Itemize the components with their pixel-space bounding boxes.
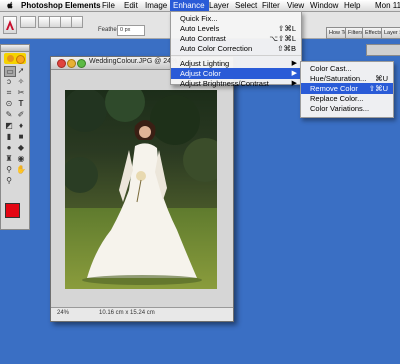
- crop-tool-icon[interactable]: ⌗: [4, 88, 14, 97]
- move-tool-icon[interactable]: ➚: [16, 66, 26, 75]
- minimize-icon[interactable]: [67, 59, 76, 68]
- document-window: WeddingColour.JPG @ 24% (24% 10.16 cm x…: [50, 56, 234, 322]
- feather-input[interactable]: 0 px: [117, 25, 145, 36]
- intersect-selection-button[interactable]: [71, 16, 83, 28]
- menu-layer[interactable]: Layer: [206, 0, 232, 11]
- menu-file[interactable]: File: [99, 0, 118, 11]
- document-title: WeddingColour.JPG @ 24% (: [89, 58, 182, 65]
- menubar-clock: Mon 11: [375, 1, 400, 10]
- adjust-color-submenu: Color Cast... Hue/Saturation... ⌘U Remov…: [300, 61, 394, 118]
- magic-wand-tool-icon[interactable]: ✧: [16, 77, 26, 86]
- menu-window[interactable]: Window: [307, 0, 341, 11]
- tool-preset-button[interactable]: [20, 16, 36, 28]
- menu-select[interactable]: Select: [232, 0, 260, 11]
- marquee-tool-icon[interactable]: ▭: [4, 66, 16, 77]
- apple-icon[interactable]: [6, 1, 14, 10]
- eraser-tool-icon[interactable]: ◩: [4, 121, 14, 130]
- hand-tool-icon[interactable]: ✋: [16, 165, 26, 174]
- menu-item-color-variations[interactable]: Color Variations...: [301, 103, 393, 114]
- menu-enhance[interactable]: Enhance: [170, 0, 209, 11]
- document-status-bar: 24% 10.16 cm x 15.24 cm: [51, 307, 233, 321]
- close-icon[interactable]: [57, 59, 66, 68]
- blur-tool-icon[interactable]: ●: [4, 143, 14, 152]
- gradient-tool-icon[interactable]: ▮: [4, 132, 14, 141]
- toolbox-logo[interactable]: [4, 53, 26, 64]
- submenu-arrow-icon: ▶: [291, 80, 297, 87]
- zoom-tool-icon[interactable]: ⚲: [4, 176, 14, 185]
- palette-well[interactable]: [366, 44, 400, 56]
- menu-edit[interactable]: Edit: [121, 0, 141, 11]
- menu-help[interactable]: Help: [341, 0, 363, 11]
- wedding-photo-image: [65, 90, 217, 289]
- toolbox: ▭ ➚ ↄ ✧ ⌗ ✂ ⊙ T ✎ ✐ ◩ ♦ ▮ ■ ● ◆ ♜ ◉ ⚲ ✋ …: [0, 44, 30, 230]
- type-tool-icon[interactable]: T: [16, 99, 26, 108]
- menu-view[interactable]: View: [284, 0, 307, 11]
- zoom-window-icon[interactable]: [77, 59, 86, 68]
- zoom-level[interactable]: 24%: [57, 310, 69, 316]
- toolbox-titlebar[interactable]: [1, 45, 29, 52]
- brush-tool-icon[interactable]: ✎: [4, 110, 14, 119]
- eyedropper-icon[interactable]: ⚲: [4, 165, 14, 174]
- red-eye-tool-icon[interactable]: ◉: [16, 154, 26, 163]
- menu-item-auto-color-correction[interactable]: Auto Color Correction ⇧⌘B: [171, 43, 301, 54]
- sun-icon: [7, 55, 14, 62]
- lasso-tool-icon[interactable]: ↄ: [4, 77, 14, 86]
- menu-image[interactable]: Image: [142, 0, 170, 11]
- wedding-photo: [65, 90, 217, 289]
- shape-tool-icon[interactable]: ■: [16, 132, 26, 141]
- tab-layer-styles[interactable]: Layer Styles: [381, 27, 400, 39]
- document-size: 10.16 cm x 15.24 cm: [99, 310, 155, 316]
- clone-stamp-icon[interactable]: ♜: [4, 154, 14, 163]
- menu-separator: [171, 55, 301, 56]
- pencil-tool-icon[interactable]: ✐: [16, 110, 26, 119]
- menu-item-adjust-brightness-contrast[interactable]: Adjust Brightness/Contrast ▶: [171, 78, 301, 88]
- paint-bucket-icon[interactable]: ♦: [16, 121, 26, 130]
- adobe-logo-button[interactable]: [3, 16, 17, 34]
- enhance-menu: Quick Fix... Auto Levels ⇧⌘L Auto Contra…: [170, 11, 302, 88]
- selection-brush-icon[interactable]: ⊙: [4, 99, 14, 108]
- foreground-color-swatch[interactable]: [5, 203, 20, 218]
- menu-filter[interactable]: Filter: [259, 0, 283, 11]
- sponge-tool-icon[interactable]: ◆: [16, 143, 26, 152]
- cookie-cutter-tool-icon[interactable]: ✂: [16, 88, 26, 97]
- adobe-logo-icon: [6, 20, 14, 30]
- feather-value: 0 px: [120, 27, 131, 33]
- app-name-menu[interactable]: Photoshop Elements: [18, 0, 104, 11]
- eye-icon: [16, 55, 25, 64]
